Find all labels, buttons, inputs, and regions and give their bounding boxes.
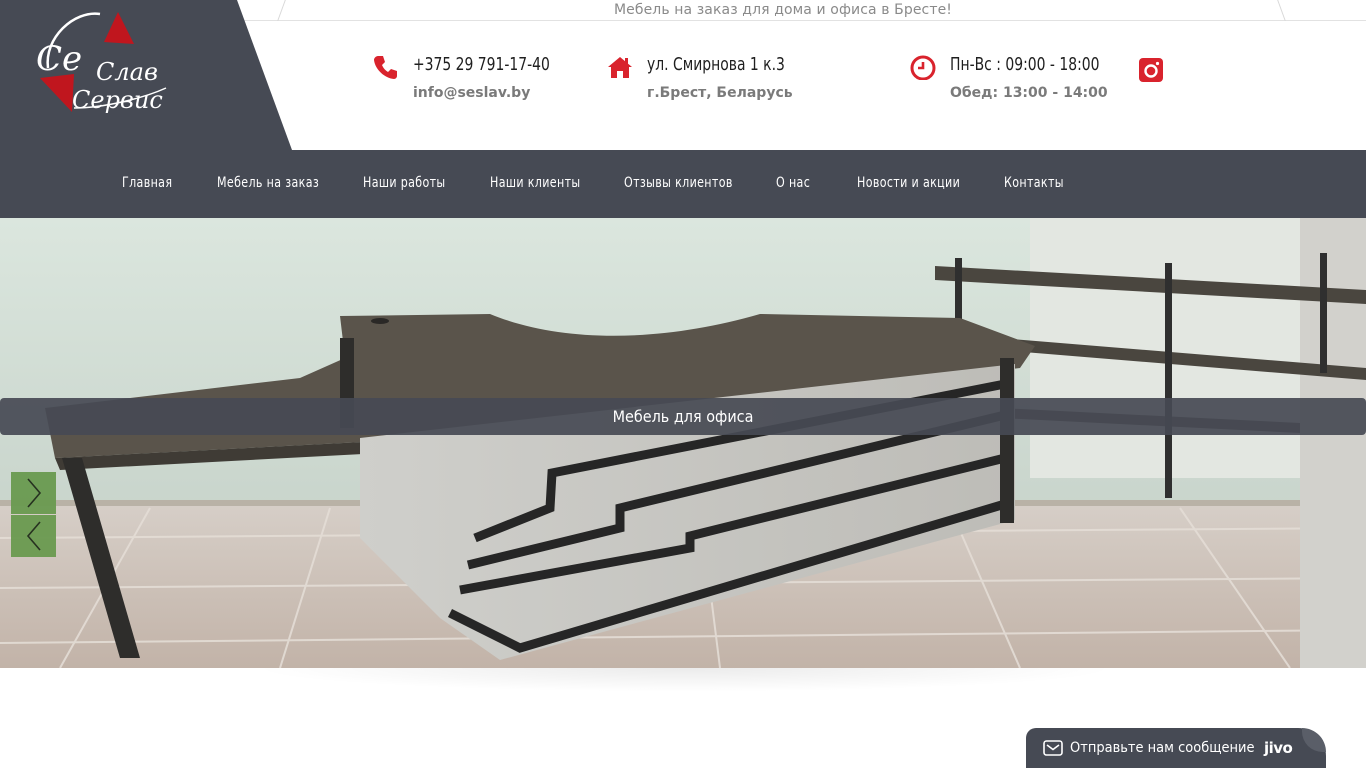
logo-text-se: Се	[36, 39, 82, 79]
chevron-right-icon	[27, 478, 42, 508]
chat-widget[interactable]: Отправьте нам сообщение jivo	[1026, 728, 1326, 768]
lunch-text: Обед: 13:00 - 14:00	[950, 85, 1108, 101]
page: Мебель на заказ для дома и офиса в Брест…	[0, 0, 1366, 768]
slider-prev-button[interactable]	[11, 515, 56, 557]
clock-icon	[910, 55, 936, 80]
slide-caption: Мебель для офиса	[612, 407, 754, 426]
instagram-icon[interactable]	[1138, 57, 1164, 83]
nav-item-home[interactable]: Главная	[122, 175, 172, 191]
hero-slider: Мебель для офиса	[0, 218, 1366, 668]
nav-item-custom-furniture[interactable]: Мебель на заказ	[217, 175, 319, 191]
nav-item-reviews[interactable]: Отзывы клиентов	[624, 175, 733, 191]
chevron-left-icon	[26, 521, 41, 551]
mail-icon	[1043, 740, 1063, 756]
phone-icon	[374, 56, 397, 79]
home-icon	[608, 57, 632, 78]
phone-link[interactable]: +375 29 791-17-40	[413, 54, 550, 75]
slider-next-button[interactable]	[11, 472, 56, 514]
city-text: г.Брест, Беларусь	[647, 85, 793, 101]
main-nav: Главная Мебель на заказ Наши работы Наши…	[0, 150, 1366, 218]
nav-item-about[interactable]: О нас	[776, 175, 810, 191]
logo-shard-bottom	[40, 74, 74, 112]
hours-text: Пн-Вс : 09:00 - 18:00	[950, 54, 1100, 75]
site-logo[interactable]: Се Слав Сервис	[34, 8, 178, 118]
nav-item-contacts[interactable]: Контакты	[1004, 175, 1064, 191]
nav-item-our-works[interactable]: Наши работы	[363, 175, 446, 191]
logo-shard-top	[104, 12, 134, 44]
logo-text-slav: Слав	[96, 58, 158, 86]
nav-item-our-clients[interactable]: Наши клиенты	[490, 175, 580, 191]
hero-shadow	[250, 668, 1120, 692]
chat-widget-label: Отправьте нам сообщение	[1070, 740, 1255, 756]
chat-widget-corner	[1302, 728, 1326, 752]
logo-text-servis: Сервис	[72, 86, 163, 114]
email-link[interactable]: info@seslav.by	[413, 85, 530, 101]
slide-caption-bar: Мебель для офиса	[0, 398, 1366, 435]
logo-panel: Се Слав Сервис	[0, 0, 292, 150]
nav-item-news[interactable]: Новости и акции	[857, 175, 960, 191]
jivo-logo: jivo	[1264, 739, 1293, 757]
address-text: ул. Смирнова 1 к.3	[647, 54, 785, 75]
slide-image	[0, 218, 1366, 668]
